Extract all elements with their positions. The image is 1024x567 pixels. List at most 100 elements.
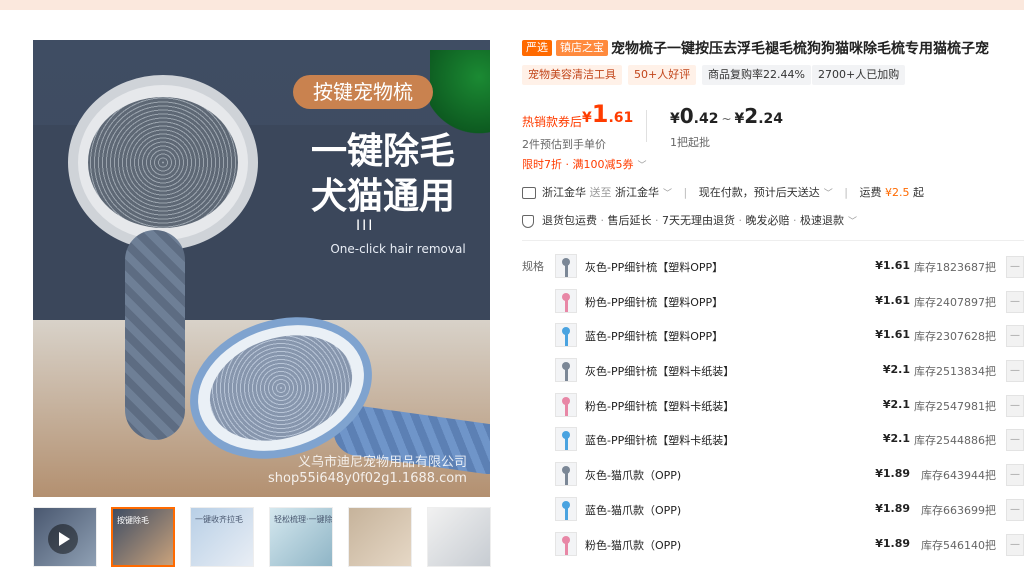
thumbnail-label: 按键除毛 bbox=[117, 516, 149, 525]
quantity-minus-button[interactable]: — bbox=[1006, 291, 1024, 313]
ship-from: 浙江金华 bbox=[542, 186, 586, 199]
sku-row[interactable]: 蓝色-PP细针梳【塑料OPP】 ¥1.61 库存2307628把 — bbox=[555, 321, 1024, 351]
quantity-minus-button[interactable]: — bbox=[1006, 464, 1024, 486]
ship-to-selector[interactable]: 浙江金华 ﹀ bbox=[615, 186, 672, 199]
sku-thumbnail bbox=[555, 254, 577, 278]
thumbnail-2[interactable]: 按键除毛 bbox=[111, 507, 175, 567]
quantity-minus-button[interactable]: — bbox=[1006, 499, 1024, 521]
sku-stock: 库存2407897把 bbox=[914, 296, 996, 309]
sku-row[interactable]: 灰色-猫爪款（OPP) ¥1.89 库存643944把 — bbox=[555, 460, 1024, 490]
sku-price: ¥1.89 bbox=[875, 537, 910, 550]
hot-price: ¥1.61 bbox=[582, 100, 633, 128]
delivery-estimate[interactable]: 现在付款，预计后天送达 ﹀ bbox=[699, 186, 833, 199]
chip-repurchase: 商品复购率22.44% bbox=[702, 65, 811, 85]
tag-yanxuan: 严选 bbox=[522, 40, 552, 56]
thumbnail-3[interactable]: 一键收齐拉毛 bbox=[190, 507, 254, 567]
high-price-decimal: .24 bbox=[758, 111, 784, 127]
gray-brush-handle bbox=[125, 230, 185, 440]
service-return-shipping: 退货包运费 bbox=[542, 214, 597, 227]
quantity-minus-button[interactable]: — bbox=[1006, 360, 1024, 382]
top-banner bbox=[0, 0, 1024, 10]
sku-row[interactable]: 蓝色-PP细针梳【塑料卡纸装】 ¥2.1 库存2544886把 — bbox=[555, 425, 1024, 455]
sku-price: ¥1.89 bbox=[875, 502, 910, 515]
sku-price: ¥2.1 bbox=[882, 398, 910, 411]
shield-icon bbox=[522, 214, 534, 228]
sku-thumbnail bbox=[555, 462, 577, 486]
chip-reviews[interactable]: 50+人好评 bbox=[628, 65, 697, 85]
services-row[interactable]: 退货包运费 · 售后延长 · 7天无理由退货 · 晚发必赔 · 极速退款 ﹀ bbox=[522, 212, 857, 228]
quantity-minus-button[interactable]: — bbox=[1006, 325, 1024, 347]
thumbnail-6[interactable] bbox=[427, 507, 491, 567]
sku-name: 灰色-PP细针梳【塑料OPP】 bbox=[585, 261, 724, 274]
sku-row[interactable]: 粉色-PP细针梳【塑料卡纸装】 ¥2.1 库存2547981把 — bbox=[555, 391, 1024, 421]
price-integer: 1 bbox=[591, 100, 609, 128]
service-7day-return: 7天无理由退货 bbox=[662, 214, 735, 227]
quantity-minus-button[interactable]: — bbox=[1006, 256, 1024, 278]
sku-stock: 库存546140把 bbox=[921, 539, 996, 552]
sku-row[interactable]: 粉色-PP细针梳【塑料OPP】 ¥1.61 库存2407897把 — bbox=[555, 287, 1024, 317]
sku-price: ¥1.61 bbox=[875, 294, 910, 307]
sku-name: 蓝色-PP细针梳【塑料OPP】 bbox=[585, 330, 724, 343]
separator: | bbox=[844, 186, 848, 199]
watermark-shop-url: shop55i648y0f02g1.1688.com bbox=[268, 471, 467, 486]
chevron-down-icon: ﹀ bbox=[823, 189, 833, 199]
fee-suffix: 起 bbox=[912, 186, 924, 199]
service-aftersale: 售后延长 bbox=[607, 214, 652, 227]
thumbnail-label: 一键收齐拉毛 bbox=[195, 515, 243, 524]
product-title: 宠物梳子一键按压去浮毛褪毛梳狗狗猫咪除毛梳专用猫梳子宠 bbox=[611, 41, 989, 57]
hot-price-label: 热销款券后 bbox=[522, 115, 583, 129]
sku-row[interactable]: 灰色-PP细针梳【塑料OPP】 ¥1.61 库存1823687把 — bbox=[555, 252, 1024, 282]
sku-price: ¥1.89 bbox=[875, 467, 910, 480]
high-price-integer: 2 bbox=[744, 104, 759, 128]
sku-row[interactable]: 粉色-猫爪款（OPP) ¥1.89 库存546140把 — bbox=[555, 530, 1024, 560]
thumbnail-4[interactable]: 轻松梳理·一键除毛 bbox=[269, 507, 333, 567]
low-price-decimal: .42 bbox=[693, 111, 719, 127]
sku-row[interactable]: 蓝色-猫爪款（OPP) ¥1.89 库存663699把 — bbox=[555, 495, 1024, 525]
spec-label: 规格 bbox=[522, 260, 544, 273]
sku-name: 粉色-PP细针梳【塑料卡纸装】 bbox=[585, 400, 735, 413]
section-divider bbox=[522, 240, 1024, 241]
sku-name: 蓝色-PP细针梳【塑料卡纸装】 bbox=[585, 434, 735, 447]
ship-to: 浙江金华 bbox=[615, 186, 659, 199]
sku-thumbnail bbox=[555, 323, 577, 347]
sku-stock: 库存2307628把 bbox=[914, 330, 996, 343]
sku-thumbnail bbox=[555, 497, 577, 521]
low-price-integer: 0 bbox=[679, 104, 694, 128]
price-range: ¥0.42 ~ ¥2.24 bbox=[670, 104, 783, 128]
sku-thumbnail bbox=[555, 289, 577, 313]
shipping-fee: ¥2.5 bbox=[884, 186, 910, 199]
sku-thumbnail bbox=[555, 427, 577, 451]
watermark-company: 义乌市迪尼宠物用品有限公司 bbox=[298, 455, 468, 470]
fee-label: 运费 bbox=[859, 186, 882, 199]
price-divider bbox=[646, 110, 647, 142]
sku-thumbnail bbox=[555, 393, 577, 417]
quantity-minus-button[interactable]: — bbox=[1006, 534, 1024, 556]
image-badge: 按键宠物梳 bbox=[293, 75, 433, 109]
chevron-down-icon: ﹀ bbox=[637, 161, 647, 171]
gray-brush-head bbox=[68, 75, 258, 250]
service-late-compensation: 晚发必赔 bbox=[745, 214, 790, 227]
currency-symbol: ¥ bbox=[734, 111, 745, 127]
quantity-minus-button[interactable]: — bbox=[1006, 395, 1024, 417]
chip-category[interactable]: 宠物美容清洁工具 bbox=[522, 65, 622, 85]
sku-name: 蓝色-猫爪款（OPP) bbox=[585, 504, 682, 517]
dot-separator: · bbox=[793, 214, 797, 227]
thumbnail-5[interactable] bbox=[348, 507, 412, 567]
sku-row[interactable]: 灰色-PP细针梳【塑料卡纸装】 ¥2.1 库存2513834把 — bbox=[555, 356, 1024, 386]
thumbnail-label: 轻松梳理·一键除毛 bbox=[274, 515, 333, 524]
dot-separator: · bbox=[738, 214, 743, 227]
quantity-minus-button[interactable]: — bbox=[1006, 429, 1024, 451]
sku-price: ¥1.61 bbox=[875, 328, 910, 341]
promo-text: 限时7折 · 满100减5券 bbox=[522, 158, 634, 171]
currency-symbol: ¥ bbox=[582, 110, 592, 126]
image-headline-2: 犬猫通用 bbox=[310, 176, 455, 217]
sku-stock: 库存663699把 bbox=[921, 504, 996, 517]
sku-stock: 库存2547981把 bbox=[914, 400, 996, 413]
thumbnail-video[interactable] bbox=[33, 507, 97, 567]
play-icon[interactable] bbox=[48, 524, 78, 554]
sku-price: ¥1.61 bbox=[875, 259, 910, 272]
shipping-row: 浙江金华 送至 浙江金华 ﹀ | 现在付款，预计后天送达 ﹀ | 运费 ¥2.5 起 bbox=[522, 184, 924, 200]
main-product-image[interactable]: 按键宠物梳 一键除毛 犬猫通用 III One-click hair remov… bbox=[33, 40, 490, 497]
promo-link[interactable]: 限时7折 · 满100减5券 ﹀ bbox=[522, 156, 647, 172]
chip-added-to-cart: 2700+人已加购 bbox=[812, 65, 906, 85]
